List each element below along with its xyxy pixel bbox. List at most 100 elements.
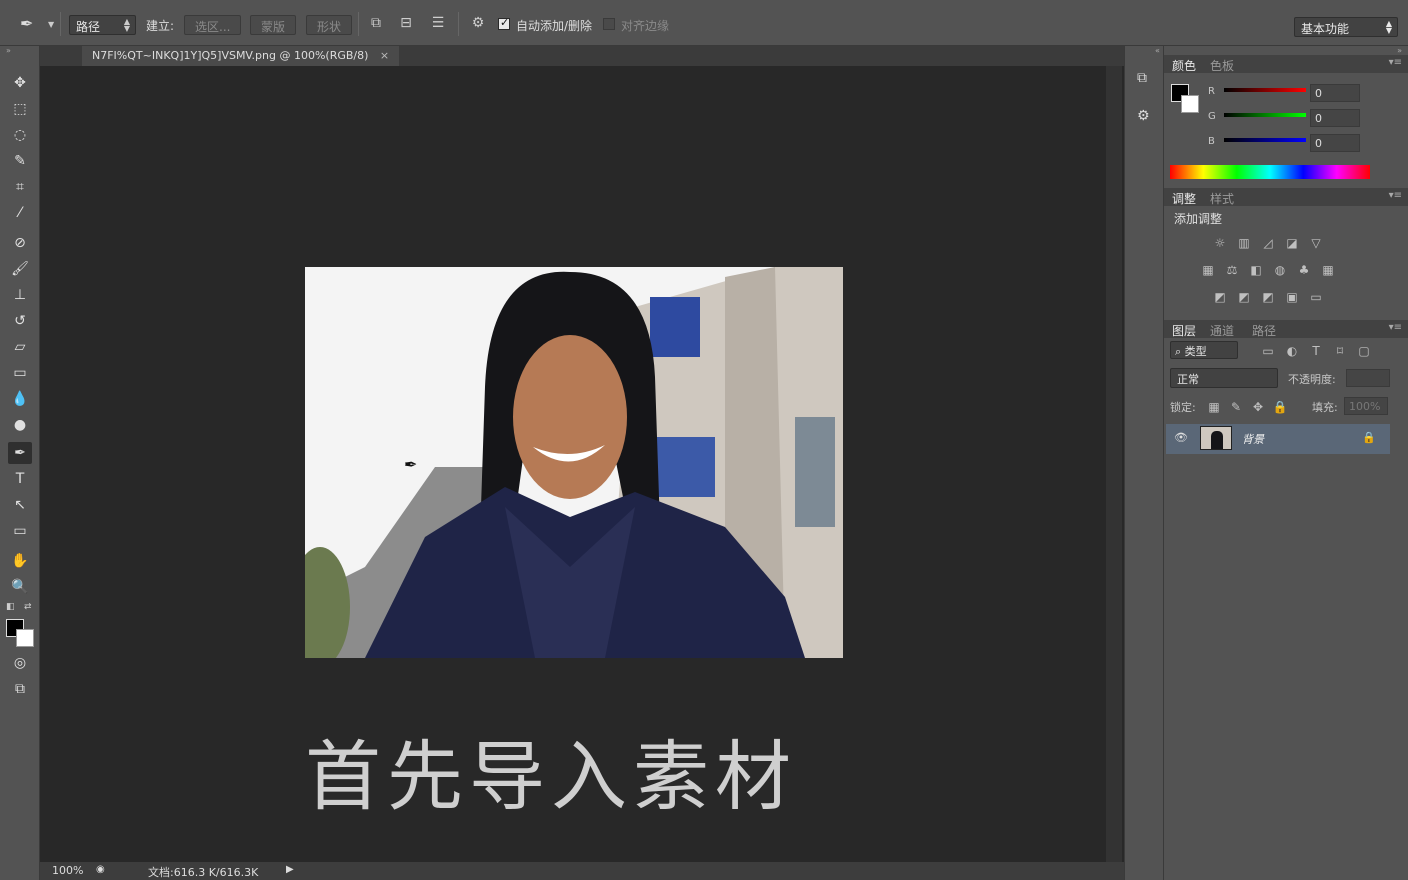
default-colors-icon[interactable]: ◧ xyxy=(6,602,15,612)
path-alignment-icon[interactable]: ⊟ xyxy=(396,15,416,35)
workspace-select[interactable]: 基本功能 ▲ ▼ xyxy=(1294,17,1398,37)
filter-type-icon[interactable]: T xyxy=(1308,344,1324,358)
align-edges-checkbox[interactable] xyxy=(603,18,615,30)
r-slider[interactable] xyxy=(1224,88,1306,92)
screen-mode-icon[interactable]: ⧉ xyxy=(8,678,32,700)
rectangle-tool-icon[interactable]: ▭ xyxy=(8,520,32,542)
opacity-input[interactable] xyxy=(1346,369,1390,387)
vertical-scrollbar[interactable] xyxy=(1106,66,1122,862)
selective-color-icon[interactable]: ▭ xyxy=(1308,290,1324,304)
black-white-icon[interactable]: ◧ xyxy=(1248,263,1264,277)
pen-tool-icon[interactable]: ✒ xyxy=(8,442,32,464)
tab-adjustments[interactable]: 调整 xyxy=(1172,190,1196,207)
tool-preset-chevron-icon[interactable]: ▼ xyxy=(48,20,54,29)
make-mask-button[interactable]: 蒙版 xyxy=(250,15,297,35)
clone-stamp-tool-icon[interactable]: ⊥ xyxy=(8,284,32,306)
curves-icon[interactable]: ◿ xyxy=(1260,236,1276,250)
color-balance-icon[interactable]: ⚖ xyxy=(1224,263,1240,277)
quick-select-tool-icon[interactable]: ✎ xyxy=(8,150,32,172)
gradient-tool-icon[interactable]: ▭ xyxy=(8,362,32,384)
blend-mode-select[interactable]: 正常 xyxy=(1170,368,1278,388)
status-menu-arrow-icon[interactable]: ▶ xyxy=(286,864,294,875)
eraser-tool-icon[interactable]: ▱ xyxy=(8,336,32,358)
document-image[interactable] xyxy=(305,267,843,658)
tab-layers[interactable]: 图层 xyxy=(1172,322,1196,339)
zoom-tool-icon[interactable]: 🔍 xyxy=(8,576,32,598)
dodge-tool-icon[interactable]: ● xyxy=(8,414,32,436)
filter-smart-object-icon[interactable]: ▢ xyxy=(1356,344,1372,358)
filter-adjustment-icon[interactable]: ◐ xyxy=(1284,344,1300,358)
eyedropper-tool-icon[interactable]: ⁄ xyxy=(8,202,32,224)
auto-add-delete-checkbox[interactable] xyxy=(498,16,510,30)
b-slider[interactable] xyxy=(1224,138,1306,142)
invert-icon[interactable]: ◩ xyxy=(1212,290,1228,304)
zoom-level[interactable]: 100% xyxy=(52,864,83,877)
healing-brush-tool-icon[interactable]: ⊘ xyxy=(8,232,32,254)
lasso-tool-icon[interactable]: ◌ xyxy=(8,124,32,146)
history-panel-icon[interactable]: ⧉ xyxy=(1137,70,1147,86)
exposure-icon[interactable]: ◪ xyxy=(1284,236,1300,250)
layer-name[interactable]: 背景 xyxy=(1242,431,1264,447)
document-tab[interactable]: N7FI%QT~INKQ]1Y]Q5]VSMV.png @ 100%(RGB/8… xyxy=(82,46,400,66)
fill-input[interactable]: 100% xyxy=(1344,397,1388,415)
r-value-input[interactable]: 0 xyxy=(1310,84,1360,102)
history-brush-tool-icon[interactable]: ↺ xyxy=(8,310,32,332)
tab-styles[interactable]: 样式 xyxy=(1210,190,1234,207)
gradient-map-icon[interactable]: ▣ xyxy=(1284,290,1300,304)
panel-menu-icon[interactable]: ▾≡ xyxy=(1389,57,1402,68)
eye-visibility-icon[interactable]: 👁 xyxy=(1174,431,1188,444)
tab-color[interactable]: 颜色 xyxy=(1172,57,1196,74)
threshold-icon[interactable]: ◩ xyxy=(1260,290,1276,304)
tab-paths[interactable]: 路径 xyxy=(1252,322,1276,339)
quick-mask-icon[interactable]: ◎ xyxy=(8,652,32,674)
hue-saturation-icon[interactable]: ▦ xyxy=(1200,263,1216,277)
lock-position-icon[interactable]: ✥ xyxy=(1250,400,1266,414)
g-value-input[interactable]: 0 xyxy=(1310,109,1360,127)
filter-shape-icon[interactable]: ⌑ xyxy=(1332,344,1348,358)
layer-filter-select[interactable]: ⌕ 类型 xyxy=(1170,341,1238,359)
blur-tool-icon[interactable]: 💧 xyxy=(8,388,32,410)
filter-pixel-icon[interactable]: ▭ xyxy=(1260,344,1276,358)
panel-menu-icon[interactable]: ▾≡ xyxy=(1389,190,1402,201)
close-tab-icon[interactable]: × xyxy=(380,49,389,62)
hand-tool-icon[interactable]: ✋ xyxy=(8,550,32,572)
marquee-tool-icon[interactable]: ⬚ xyxy=(8,98,32,120)
photo-filter-icon[interactable]: ◍ xyxy=(1272,263,1288,277)
path-operations-icon[interactable]: ⧉ xyxy=(366,15,386,35)
brightness-icon[interactable]: ☼ xyxy=(1212,236,1228,250)
gear-icon[interactable]: ⚙ xyxy=(468,15,488,35)
color-lookup-icon[interactable]: ▦ xyxy=(1320,263,1336,277)
collapse-icon[interactable]: » xyxy=(6,46,11,55)
pen-tool-icon[interactable]: ✒ xyxy=(20,14,40,34)
properties-panel-icon[interactable]: ⚙ xyxy=(1137,108,1150,124)
lock-image-icon[interactable]: ✎ xyxy=(1228,400,1244,414)
make-shape-button[interactable]: 形状 xyxy=(306,15,353,35)
expand-icon[interactable]: » xyxy=(1397,46,1402,55)
layer-row-background[interactable]: 👁 背景 🔒 xyxy=(1166,424,1390,454)
collapse-icon[interactable]: « xyxy=(1155,46,1160,55)
vibrance-icon[interactable]: ▽ xyxy=(1308,236,1324,250)
swap-colors-icon[interactable]: ⇄ xyxy=(24,602,32,612)
panel-menu-icon[interactable]: ▾≡ xyxy=(1389,322,1402,333)
path-arrangement-icon[interactable]: ☰ xyxy=(428,15,448,35)
path-mode-select[interactable]: 路径 ▲ ▼ xyxy=(69,15,136,35)
path-selection-tool-icon[interactable]: ↖ xyxy=(8,494,32,516)
b-value-input[interactable]: 0 xyxy=(1310,134,1360,152)
move-tool-icon[interactable]: ✥ xyxy=(8,72,32,94)
make-selection-button[interactable]: 选区... xyxy=(184,15,242,35)
tab-swatches[interactable]: 色板 xyxy=(1210,57,1234,74)
color-spectrum-bar[interactable] xyxy=(1170,165,1370,179)
posterize-icon[interactable]: ◩ xyxy=(1236,290,1252,304)
brush-tool-icon[interactable]: 🖌 xyxy=(8,258,32,280)
crop-tool-icon[interactable]: ⌗ xyxy=(8,176,32,198)
background-color-swatch[interactable] xyxy=(16,629,34,647)
levels-icon[interactable]: ▥ xyxy=(1236,236,1252,250)
tab-channels[interactable]: 通道 xyxy=(1210,322,1234,339)
lock-all-icon[interactable]: 🔒 xyxy=(1272,400,1288,414)
channel-mixer-icon[interactable]: ♣ xyxy=(1296,263,1312,277)
lock-transparent-icon[interactable]: ▦ xyxy=(1206,400,1222,414)
bg-color-swatch[interactable] xyxy=(1181,95,1199,113)
status-info-icon[interactable]: ◉ xyxy=(96,864,105,875)
g-slider[interactable] xyxy=(1224,113,1306,117)
type-tool-icon[interactable]: T xyxy=(8,468,32,490)
